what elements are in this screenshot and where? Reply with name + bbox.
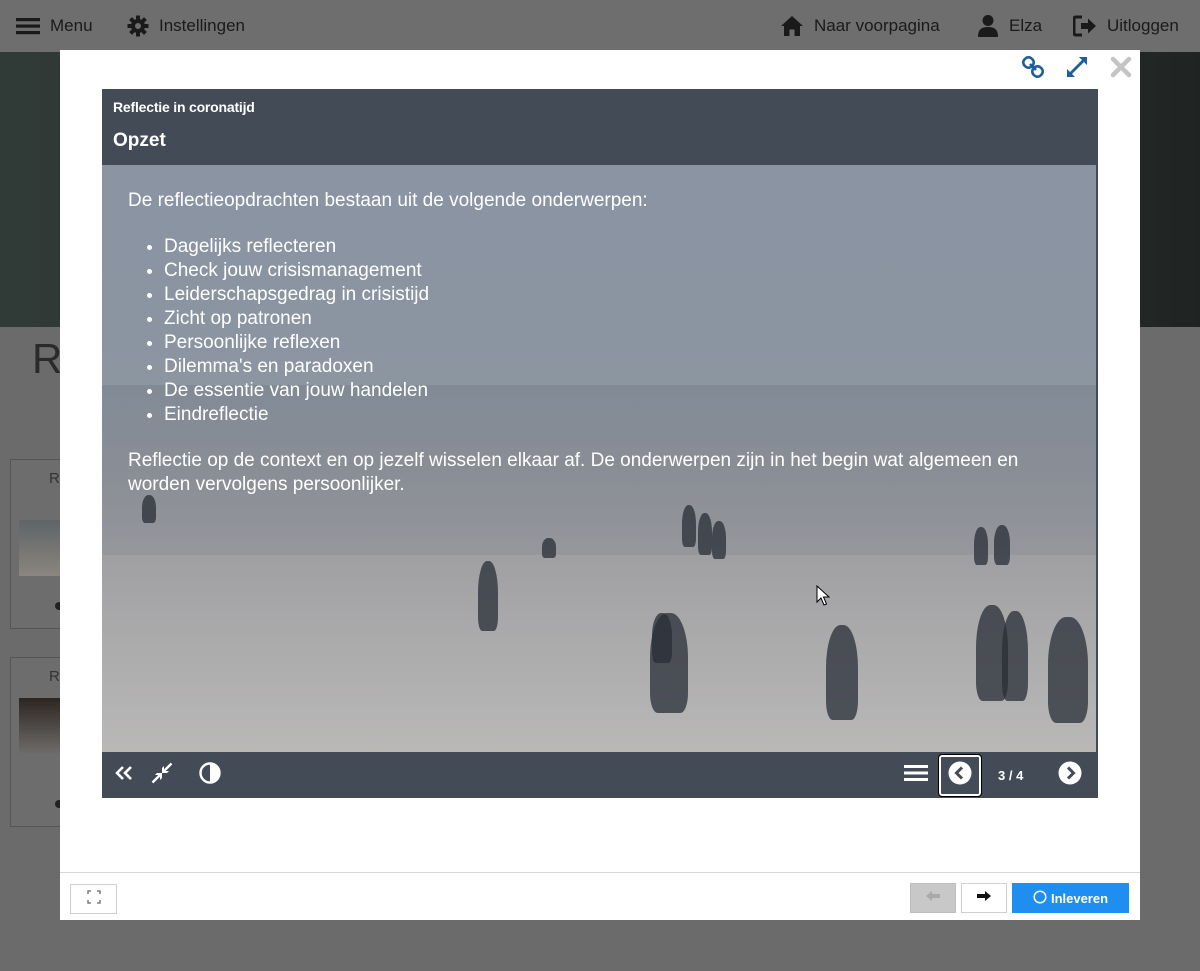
top-navigation-bar: Menu Instellingen Naar voorpagina Elza U… xyxy=(0,0,1200,52)
chevron-left-circle-icon xyxy=(948,761,972,790)
topic-item: Check jouw crisismanagement xyxy=(164,259,1028,283)
menu-button[interactable]: Menu xyxy=(16,0,93,52)
arrow-left-icon xyxy=(925,889,941,907)
home-icon xyxy=(780,15,804,37)
mouse-pointer-icon xyxy=(816,584,831,612)
topic-item: Leiderschapsgedrag in crisistijd xyxy=(164,283,1028,307)
topic-item: Dagelijks reflecteren xyxy=(164,235,1028,259)
submit-button[interactable]: Inleveren xyxy=(1012,883,1129,913)
topic-item: Persoonlijke reflexen xyxy=(164,331,1028,355)
settings-label: Instellingen xyxy=(159,16,246,35)
first-slide-button[interactable] xyxy=(112,752,136,798)
slide-text: De reflectieopdrachten bestaan uit de vo… xyxy=(128,189,1028,497)
slide-intro: De reflectieopdrachten bestaan uit de vo… xyxy=(128,190,648,211)
logout-label: Uitloggen xyxy=(1107,16,1179,35)
previous-step-button[interactable] xyxy=(910,883,956,913)
exit-fullscreen-button[interactable] xyxy=(148,752,176,798)
slide-outro: Reflectie op de context en op jezelf wis… xyxy=(128,450,1019,495)
arrow-right-icon xyxy=(976,889,992,907)
home-label: Naar voorpagina xyxy=(814,16,940,35)
submit-label: Inleveren xyxy=(1050,890,1109,906)
list-icon xyxy=(904,764,928,787)
gear-icon xyxy=(127,15,149,37)
user-name: Elza xyxy=(1009,16,1043,35)
modal-footer: Inleveren xyxy=(60,872,1140,920)
topic-item: De essentie van jouw handelen xyxy=(164,379,1028,403)
topic-item: Dilemma's en paradoxen xyxy=(164,355,1028,379)
close-button[interactable] xyxy=(1108,56,1134,82)
background-card-title: R xyxy=(49,470,60,487)
topic-item: Zicht op patronen xyxy=(164,307,1028,331)
previous-slide-button[interactable] xyxy=(938,754,982,797)
next-step-button[interactable] xyxy=(961,883,1007,913)
fullscreen-button[interactable] xyxy=(70,884,117,914)
close-icon xyxy=(1109,55,1133,84)
background-page-heading: R xyxy=(32,335,63,382)
page-indicator: 3 / 4 xyxy=(998,767,1024,783)
topic-list: Dagelijks reflecteren Check jouw crisism… xyxy=(164,235,1028,427)
user-profile[interactable]: Elza xyxy=(977,0,1042,52)
presentation-controls: 3 / 4 xyxy=(102,752,1098,798)
contrast-toggle-button[interactable] xyxy=(198,752,222,798)
logout-icon xyxy=(1073,15,1097,37)
next-slide-button[interactable] xyxy=(1057,752,1083,798)
link-icon xyxy=(1021,55,1045,84)
topic-item: Eindreflectie xyxy=(164,403,1028,427)
presentation-viewer: Reflectie in coronatijd Opzet De reflect… xyxy=(102,89,1098,798)
expand-icon xyxy=(1065,55,1089,84)
slide-menu-button[interactable] xyxy=(902,752,930,798)
circle-icon xyxy=(1033,889,1047,907)
settings-button[interactable]: Instellingen xyxy=(127,0,245,52)
fullscreen-icon xyxy=(86,889,101,909)
background-card-title: R xyxy=(49,668,60,685)
chevron-right-circle-icon xyxy=(1058,761,1082,790)
copy-link-button[interactable] xyxy=(1020,55,1046,84)
expand-button[interactable] xyxy=(1064,56,1090,82)
user-icon xyxy=(977,14,999,38)
presentation-header: Reflectie in coronatijd Opzet xyxy=(102,89,1098,165)
slide-content: De reflectieopdrachten bestaan uit de vo… xyxy=(102,165,1096,752)
double-chevron-left-icon xyxy=(115,765,133,785)
logout-button[interactable]: Uitloggen xyxy=(1073,0,1179,52)
hamburger-icon xyxy=(16,16,40,36)
contrast-icon xyxy=(199,761,221,789)
course-title: Reflectie in coronatijd xyxy=(113,99,255,115)
slide-background-beach xyxy=(102,555,1096,752)
modal-dialog: Reflectie in coronatijd Opzet De reflect… xyxy=(60,50,1140,920)
home-link[interactable]: Naar voorpagina xyxy=(780,0,940,52)
modal-toolbar xyxy=(1020,55,1140,84)
slide-title: Opzet xyxy=(113,130,166,151)
menu-label: Menu xyxy=(50,16,93,35)
compress-icon xyxy=(151,762,173,789)
